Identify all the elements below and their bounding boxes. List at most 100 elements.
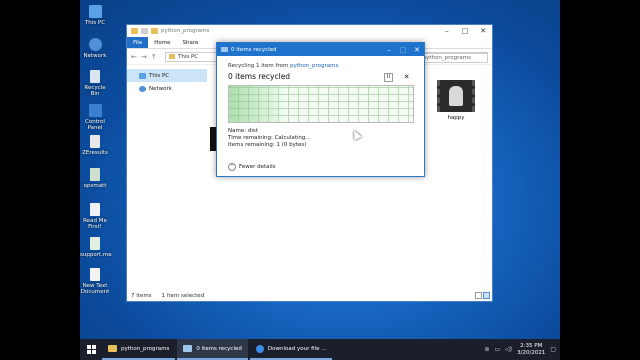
desktop-icon-recycle-bin[interactable]: Recycle Bin	[80, 70, 110, 97]
computer-icon	[88, 5, 102, 18]
computer-icon	[139, 72, 146, 79]
file-item-happy[interactable]: happy	[436, 80, 476, 121]
dialog-window-controls: – □ ✕	[382, 46, 424, 54]
dialog-close-button[interactable]: ✕	[410, 46, 424, 54]
maximize-button[interactable]: □	[456, 27, 474, 35]
dialog-titlebar[interactable]: 0 items recycled – □ ✕	[217, 43, 424, 56]
shortcut-icon	[90, 168, 100, 181]
file-icon	[90, 237, 100, 250]
folder-icon	[131, 28, 138, 34]
system-tray: ⊚ ▭ ◁) 2:35 PM 3/20/2021 ▢	[484, 343, 560, 357]
progress-icon	[221, 47, 228, 52]
volume-tray-icon[interactable]: ◁)	[505, 346, 512, 353]
windows-logo-icon	[86, 345, 96, 354]
forward-arrow-icon[interactable]: →	[141, 53, 151, 61]
tab-share[interactable]: Share	[176, 37, 204, 48]
desktop-icon-label: This PC	[84, 20, 106, 26]
large-icons-view-icon[interactable]	[483, 292, 490, 299]
start-button[interactable]	[80, 339, 102, 360]
status-bar: 7 items 1 item selected	[131, 293, 204, 299]
dialog-title: 0 items recycled	[231, 46, 277, 53]
nav-item-label: Network	[149, 85, 172, 92]
document-icon	[90, 135, 100, 148]
nav-item-this-pc[interactable]: This PC	[127, 69, 207, 82]
desktop-icon-new-text-document[interactable]: New Text Document	[80, 268, 110, 295]
tab-home[interactable]: Home	[148, 37, 176, 48]
pause-button[interactable]: II	[384, 73, 393, 82]
status-item-count: 7 items	[131, 293, 152, 299]
desktop-icon-opsmatt[interactable]: opsmatt	[80, 168, 110, 189]
clock-date: 3/20/2021	[517, 349, 546, 356]
text-file-icon	[90, 268, 100, 281]
navigation-pane: This PC Network	[127, 69, 207, 95]
taskbar-item-label: 0 items recycled	[196, 345, 242, 352]
taskbar: python_programs 0 items recycled Downloa…	[80, 339, 560, 360]
details-view-icon[interactable]	[475, 292, 482, 299]
desktop-icon-label: support.me	[80, 252, 112, 258]
desktop-icon-label: Control Panel	[85, 119, 105, 131]
progress-graph	[228, 85, 414, 123]
desktop-icon-read-me-first[interactable]: Read Me First!	[80, 203, 110, 230]
taskbar-item-python-programs[interactable]: python_programs	[102, 339, 176, 360]
control-panel-icon	[88, 104, 102, 117]
cancel-button[interactable]: ✕	[402, 73, 411, 82]
dialog-minimize-button[interactable]: –	[382, 46, 396, 54]
desktop-icon-label: ZEresults	[82, 150, 108, 156]
clock-time: 2:35 PM	[520, 342, 543, 349]
nav-item-network[interactable]: Network	[127, 82, 207, 95]
desktop-icon-label: Recycle Bin	[84, 85, 106, 97]
dialog-subtitle: Recycling 1 item from python_programs	[228, 63, 338, 69]
dialog-heading: 0 items recycled	[228, 72, 291, 81]
desktop[interactable]: This PC Network Recycle Bin Control Pane…	[80, 0, 560, 339]
explorer-title: python_programs	[161, 28, 210, 34]
file-item-label: happy	[447, 115, 465, 121]
desktop-icon-zeresults[interactable]: ZEresults	[80, 135, 110, 156]
info-time-remaining: Time remaining: Calculating...	[228, 135, 311, 141]
info-name: Name: dist	[228, 128, 258, 134]
dialog-maximize-button[interactable]: □	[396, 46, 410, 54]
window-controls: – □ ✕	[438, 27, 492, 35]
desktop-icon-network[interactable]: Network	[80, 38, 110, 59]
status-selection: 1 item selected	[161, 293, 205, 299]
folder-icon	[108, 345, 117, 352]
network-tray-icon[interactable]: ⊚	[484, 346, 489, 353]
screen: This PC Network Recycle Bin Control Pane…	[0, 0, 640, 360]
taskbar-item-edge[interactable]: Download your file ...	[249, 339, 333, 360]
recycle-bin-icon	[90, 70, 100, 83]
subtitle-prefix: Recycling 1 item from	[228, 63, 291, 69]
properties-icon[interactable]	[141, 28, 148, 34]
new-folder-icon[interactable]	[151, 28, 158, 34]
recycle-progress-dialog[interactable]: 0 items recycled – □ ✕ Recycling 1 item …	[216, 42, 425, 177]
info-items-remaining: Items remaining: 1 (0 bytes)	[228, 142, 307, 148]
taskbar-item-label: Download your file ...	[267, 345, 327, 352]
chevron-up-icon: ⌃	[228, 163, 236, 171]
desktop-icon-this-pc[interactable]: This PC	[80, 5, 110, 26]
desktop-icon-label: Read Me First!	[83, 218, 107, 230]
address-text: This PC	[178, 53, 199, 60]
taskbar-item-label: python_programs	[121, 345, 170, 352]
desktop-icon-label: New Text Document	[80, 283, 110, 295]
fewer-details-label: Fewer details	[239, 164, 276, 170]
desktop-icon-control-panel[interactable]: Control Panel	[80, 104, 110, 131]
source-folder-link[interactable]: python_programs	[290, 63, 338, 69]
nav-item-label: This PC	[149, 72, 170, 79]
desktop-icon-label: opsmatt	[83, 183, 107, 189]
notification-icon[interactable]: ▢	[550, 346, 556, 353]
desktop-icon-support-me[interactable]: support.me	[80, 237, 112, 258]
close-button[interactable]: ✕	[474, 27, 492, 35]
display-tray-icon[interactable]: ▭	[494, 346, 500, 353]
back-arrow-icon[interactable]: ←	[131, 53, 141, 61]
desktop-icon-label: Network	[83, 53, 107, 59]
taskbar-item-recycle-progress[interactable]: 0 items recycled	[177, 339, 248, 360]
progress-icon	[183, 345, 193, 352]
network-icon	[88, 38, 102, 51]
clock[interactable]: 2:35 PM 3/20/2021	[517, 343, 545, 357]
fewer-details-toggle[interactable]: ⌃ Fewer details	[228, 163, 275, 171]
up-arrow-icon[interactable]: ↑	[151, 53, 161, 61]
text-file-icon	[90, 203, 100, 216]
explorer-titlebar[interactable]: python_programs – □ ✕	[127, 25, 492, 37]
tab-file[interactable]: File	[127, 37, 149, 48]
minimize-button[interactable]: –	[438, 27, 456, 35]
folder-icon	[169, 54, 175, 59]
network-icon	[139, 85, 146, 92]
